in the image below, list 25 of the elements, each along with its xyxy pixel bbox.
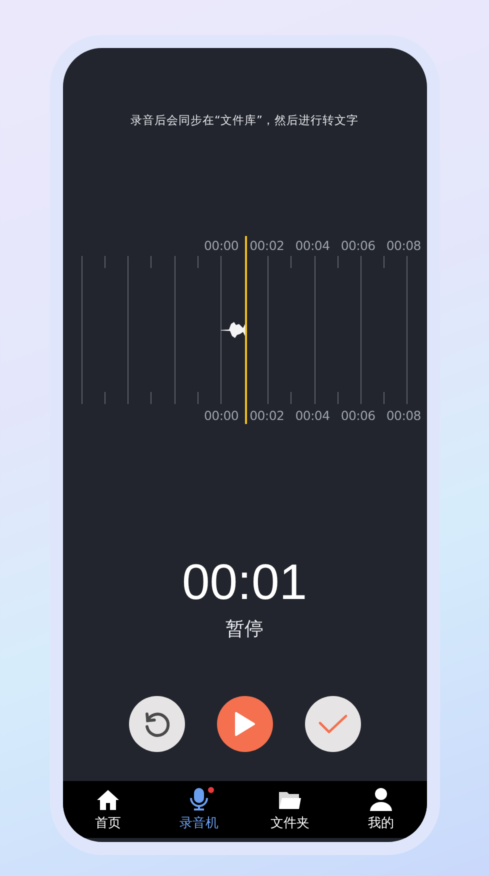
waveform-drawing <box>220 322 244 338</box>
time-label: 00:04 <box>294 238 331 252</box>
nav-tab[interactable]: 首页 <box>62 781 154 838</box>
time-label: 00:02 <box>248 408 286 422</box>
time-label: 00:00 <box>203 408 240 422</box>
user-icon <box>369 787 393 811</box>
nav-tab[interactable]: 录音机 <box>154 781 244 838</box>
playhead-line[interactable] <box>244 236 246 424</box>
time-label: 00:06 <box>340 408 376 422</box>
time-label: 00:00 <box>203 238 240 252</box>
time-label: 00:02 <box>248 238 286 252</box>
hint-text: 录音后会同步在“文件库”，然后进行转文字 <box>130 112 360 128</box>
time-label: 00:08 <box>385 238 422 252</box>
folder-icon <box>278 789 302 811</box>
nav-tab[interactable]: 文件夹 <box>244 781 336 838</box>
status-text: 暂停 <box>224 617 264 642</box>
check-icon <box>318 713 348 735</box>
time-label: 00:08 <box>385 408 422 422</box>
time-label: 00:04 <box>294 408 331 422</box>
play-icon <box>234 711 256 737</box>
nav-tab[interactable]: 我的 <box>336 781 426 838</box>
time-label: 00:06 <box>340 238 376 252</box>
home-icon <box>96 789 120 811</box>
microphone-icon <box>187 787 211 811</box>
elapsed-time: 00:01 <box>180 554 308 610</box>
